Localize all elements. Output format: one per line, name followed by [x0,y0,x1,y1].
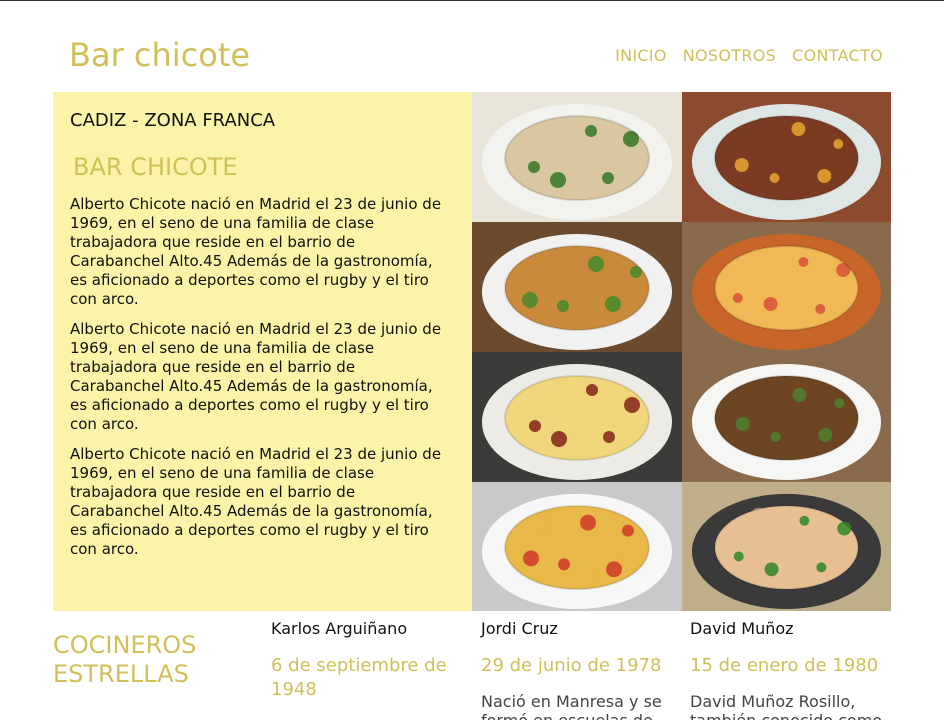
intro-panel: CADIZ - ZONA FRANCA BAR CHICOTE Alberto … [53,92,472,611]
meat-pasta-image [682,92,891,222]
hero-section: CADIZ - ZONA FRANCA BAR CHICOTE Alberto … [53,92,891,611]
intro-paragraph: Alberto Chicote nació en Madrid el 23 de… [70,445,442,558]
chef-card: Karlos Arguiñano 6 de septiembre de 1948 [271,619,471,716]
chef-birthdate: 6 de septiembre de 1948 [271,655,447,700]
intro-paragraph: Alberto Chicote nació en Madrid el 23 de… [70,320,442,433]
gratin-bowl-image [682,222,891,352]
chef-bio: Nació en Manresa y se formó en escuelas … [481,692,662,720]
nav-inicio-link[interactable]: INICIO [615,46,667,65]
location-heading: CADIZ - ZONA FRANCA [70,110,276,131]
nav-nosotros-link[interactable]: NOSOTROS [683,46,776,65]
chef-name: Karlos Arguiñano [271,619,408,638]
bar-title: BAR CHICOTE [73,153,238,181]
chef-bio: David Muñoz Rosillo, también conocido co… [690,692,882,720]
burger-image [472,222,682,352]
main-nav: INICIO NOSOTROS CONTACTO [615,46,883,65]
snails-image [682,352,891,482]
top-border [0,0,944,1]
site-logo[interactable]: Bar chicote [69,36,250,74]
chef-name: Jordi Cruz [481,619,558,638]
food-gallery [472,92,891,611]
chefs-section-title: COCINEROS ESTRELLAS [53,631,197,688]
chef-card: Jordi Cruz 29 de junio de 1978 Nació en … [481,619,681,720]
rice-dish-image [472,482,682,611]
chef-name: David Muñoz [690,619,794,638]
chef-birthdate: 29 de junio de 1978 [481,655,662,676]
mushroom-salad-image [472,92,682,222]
chef-card: David Muñoz 15 de enero de 1980 David Mu… [690,619,890,720]
nav-contacto-link[interactable]: CONTACTO [792,46,883,65]
intro-paragraph: Alberto Chicote nació en Madrid el 23 de… [70,195,442,308]
chef-birthdate: 15 de enero de 1980 [690,655,879,676]
fried-eggs-chorizo-image [472,352,682,482]
chicken-salad-image [682,482,891,611]
